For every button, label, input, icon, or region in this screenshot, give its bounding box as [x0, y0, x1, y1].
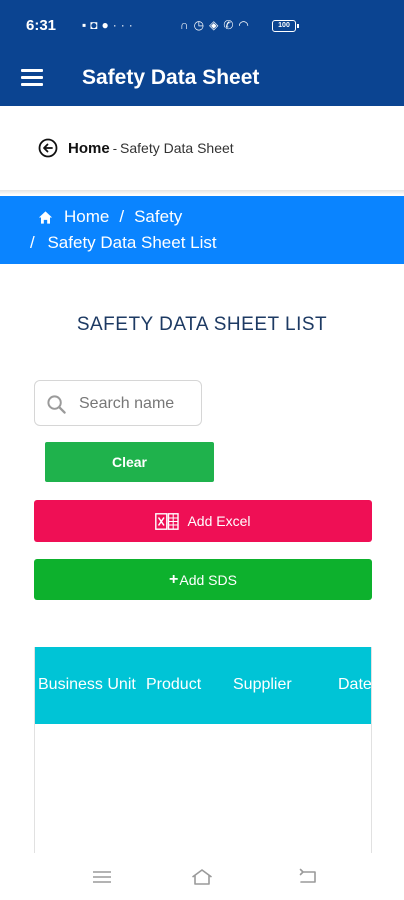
- column-header-business-unit[interactable]: Business Unit: [38, 676, 136, 694]
- system-nav-bar: [0, 853, 404, 900]
- alarm-icon: ◷: [193, 18, 210, 32]
- breadcrumb-separator: /: [30, 233, 35, 252]
- column-header-product[interactable]: Product: [146, 676, 201, 694]
- hamburger-menu-icon[interactable]: [21, 69, 43, 87]
- status-right-icons: ∩◷◈✆◠: [180, 18, 254, 32]
- sds-table: Business Unit Product Supplier Date: [34, 647, 372, 861]
- search-box[interactable]: [34, 380, 202, 426]
- wifi-icon: ◠: [238, 18, 254, 32]
- page-title: SAFETY DATA SHEET LIST: [76, 314, 328, 335]
- excel-icon: [155, 512, 180, 530]
- breadcrumb-safety[interactable]: Safety: [134, 207, 182, 227]
- app-title: Safety Data Sheet: [82, 66, 260, 89]
- battery-icon: 100: [272, 20, 299, 32]
- home-icon: [38, 210, 53, 224]
- add-sds-label: Add SDS: [179, 571, 237, 588]
- back-nav-icon[interactable]: [297, 865, 321, 889]
- breadcrumb-home-link[interactable]: Home: [68, 140, 110, 157]
- status-left-icons: ▪◘●···: [82, 18, 137, 32]
- add-excel-label: Add Excel: [187, 513, 251, 529]
- breadcrumb-top: Home - Safety Data Sheet: [38, 136, 234, 160]
- check-icon: ●: [101, 18, 113, 32]
- clear-button[interactable]: Clear: [45, 442, 214, 482]
- breadcrumb-separator: -: [112, 140, 118, 156]
- home-nav-icon[interactable]: [190, 865, 214, 889]
- column-header-supplier[interactable]: Supplier: [233, 676, 292, 694]
- search-input[interactable]: [79, 393, 197, 415]
- breadcrumb-current-page: Safety Data Sheet List: [47, 233, 217, 252]
- plus-icon: +: [169, 570, 179, 588]
- more-icon: ···: [112, 18, 137, 32]
- breadcrumb-home[interactable]: Home: [64, 207, 109, 227]
- breadcrumb-bar: Home / Safety / Safety Data Sheet List: [0, 196, 404, 264]
- divider: [0, 190, 404, 195]
- app-bar: Safety Data Sheet: [0, 52, 404, 106]
- column-header-date[interactable]: Date: [338, 676, 371, 694]
- status-time: 6:31: [26, 17, 57, 34]
- table-header: Business Unit Product Supplier Date: [35, 647, 371, 724]
- add-sds-button[interactable]: + Add SDS: [34, 559, 372, 600]
- clear-button-label: Clear: [111, 454, 148, 470]
- search-icon: [47, 395, 66, 414]
- breadcrumb-current: Safety Data Sheet: [120, 140, 234, 156]
- headphones-icon: ∩: [180, 18, 194, 32]
- menu-nav-icon[interactable]: [90, 865, 114, 889]
- back-arrow-icon[interactable]: [38, 138, 58, 158]
- vibrate-icon: ◈: [209, 18, 224, 32]
- add-excel-button[interactable]: Add Excel: [34, 500, 372, 542]
- breadcrumb-separator: /: [119, 207, 125, 226]
- call-icon: ✆: [223, 18, 239, 32]
- sync-icon: ◘: [90, 18, 102, 32]
- status-bar: 6:31 ▪◘●··· ∩◷◈✆◠ 100: [0, 0, 404, 52]
